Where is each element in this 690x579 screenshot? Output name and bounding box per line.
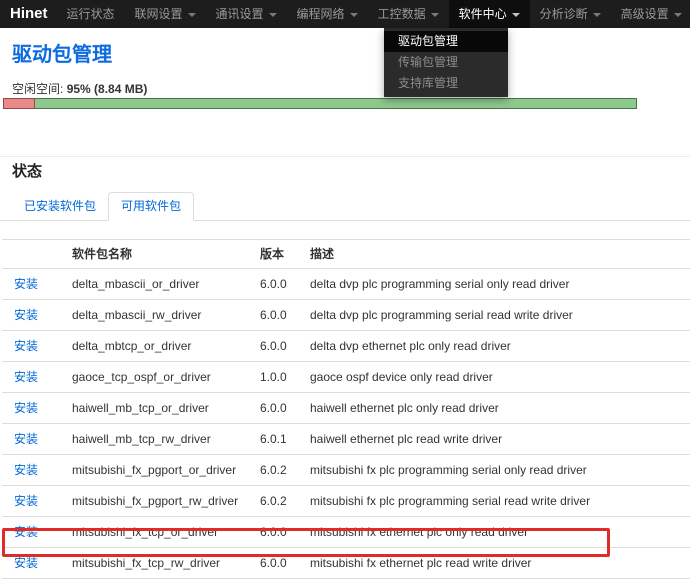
free-space-segment (35, 98, 637, 109)
package-name-cell: delta_mbascii_rw_driver (64, 300, 252, 331)
description-cell: mitsubishi fx plc programming serial onl… (302, 455, 690, 486)
chevron-down-icon (188, 13, 196, 17)
install-link[interactable]: 安装 (14, 494, 38, 508)
description-cell: mitsubishi fx ethernet plc only read dri… (302, 517, 690, 548)
tab-installed-packages[interactable]: 已安装软件包 (12, 193, 108, 220)
description-cell: haiwell ethernet plc only read driver (302, 393, 690, 424)
brand-logo[interactable]: Hinet (0, 0, 57, 28)
main-menu: 运行状态联网设置通讯设置编程网络工控数据软件中心分析诊断高级设置系统设置退出 (57, 0, 690, 28)
chevron-down-icon (350, 13, 358, 17)
install-link[interactable]: 安装 (14, 339, 38, 353)
nav-item-comm-settings[interactable]: 通讯设置 (206, 0, 287, 28)
description-cell: delta dvp plc programming serial read wr… (302, 300, 690, 331)
version-cell: 6.0.0 (252, 331, 302, 362)
header-version: 版本 (252, 240, 302, 269)
install-link[interactable]: 安装 (14, 432, 38, 446)
table-row: 安装 delta_mbascii_or_driver6.0.0delta dvp … (2, 269, 690, 300)
page-content: 驱动包管理 空闲空间: 95% (8.84 MB) 状态 已安装软件包可用软件包… (0, 0, 690, 579)
table-header-row: 软件包名称 版本 描述 (2, 240, 690, 269)
nav-item-label: 软件中心 (459, 0, 507, 28)
version-cell: 1.0.0 (252, 362, 302, 393)
install-link[interactable]: 安装 (14, 401, 38, 415)
nav-item-label: 运行状态 (67, 0, 115, 28)
table-row: 安装 delta_mbtcp_or_driver6.0.0delta dvp et… (2, 331, 690, 362)
nav-item-label: 编程网络 (297, 0, 345, 28)
dropdown-item-transfer-package-mgmt[interactable]: 传输包管理 (384, 52, 508, 73)
nav-item-label: 通讯设置 (216, 0, 264, 28)
install-link[interactable]: 安装 (14, 525, 38, 539)
chevron-down-icon (674, 13, 682, 17)
description-cell: mitsubishi fx ethernet plc read write dr… (302, 548, 690, 579)
dropdown-item-driver-package-mgmt[interactable]: 驱动包管理 (384, 31, 508, 52)
nav-item-advanced-settings[interactable]: 高级设置 (611, 0, 690, 28)
nav-item-label: 分析诊断 (540, 0, 588, 28)
version-cell: 6.0.2 (252, 486, 302, 517)
package-name-cell: mitsubishi_fx_tcp_or_driver (64, 517, 252, 548)
header-package-name: 软件包名称 (64, 240, 252, 269)
table-row: 安装 delta_mbascii_rw_driver6.0.0delta dvp … (2, 300, 690, 331)
page-title: 驱动包管理 (12, 44, 690, 66)
version-cell: 6.0.0 (252, 269, 302, 300)
description-cell: delta dvp plc programming serial only re… (302, 269, 690, 300)
dropdown-item-support-lib-mgmt[interactable]: 支持库管理 (384, 73, 508, 94)
section-divider (0, 156, 690, 157)
free-space-label: 空闲空间: (12, 82, 63, 96)
nav-item-label: 联网设置 (135, 0, 183, 28)
description-cell: gaoce ospf device only read driver (302, 362, 690, 393)
nav-item-label: 高级设置 (621, 0, 669, 28)
chevron-down-icon (269, 13, 277, 17)
nav-item-run-status[interactable]: 运行状态 (57, 0, 125, 28)
chevron-down-icon (512, 13, 520, 17)
description-cell: haiwell ethernet plc read write driver (302, 424, 690, 455)
package-tabs: 已安装软件包可用软件包 (0, 192, 690, 221)
version-cell: 6.0.0 (252, 393, 302, 424)
free-space-value: 95% (8.84 MB) (67, 82, 148, 96)
description-cell: mitsubishi fx plc programming serial rea… (302, 486, 690, 517)
table-row: 安装 mitsubishi_fx_pgport_or_driver6.0.2mit… (2, 455, 690, 486)
table-row-highlighted: 安装 mitsubishi_fx_tcp_rw_driver6.0.0mitsub… (2, 548, 690, 579)
package-name-cell: delta_mbtcp_or_driver (64, 331, 252, 362)
install-link[interactable]: 安装 (14, 277, 38, 291)
nav-item-ics-data[interactable]: 工控数据 (368, 0, 449, 28)
install-link[interactable]: 安装 (14, 370, 38, 384)
top-navbar: Hinet 运行状态联网设置通讯设置编程网络工控数据软件中心分析诊断高级设置系统… (0, 0, 690, 28)
package-table: 软件包名称 版本 描述 安装delta_mbascii_or_driver6.0… (2, 239, 690, 579)
package-name-cell: haiwell_mb_tcp_or_driver (64, 393, 252, 424)
free-space-line: 空闲空间: 95% (8.84 MB) (12, 82, 690, 96)
install-link[interactable]: 安装 (14, 463, 38, 477)
version-cell: 6.0.1 (252, 424, 302, 455)
software-center-dropdown-menu: 驱动包管理传输包管理支持库管理 (384, 28, 508, 97)
version-cell: 6.0.0 (252, 300, 302, 331)
table-row: 安装 haiwell_mb_tcp_or_driver6.0.0haiwell e… (2, 393, 690, 424)
chevron-down-icon (431, 13, 439, 17)
tab-available-packages[interactable]: 可用软件包 (108, 192, 194, 221)
section-title: 状态 (12, 163, 690, 181)
package-name-cell: gaoce_tcp_ospf_or_driver (64, 362, 252, 393)
nav-item-software-center[interactable]: 软件中心 (449, 0, 530, 28)
version-cell: 6.0.0 (252, 548, 302, 579)
table-row: 安装 gaoce_tcp_ospf_or_driver1.0.0gaoce osp… (2, 362, 690, 393)
description-cell: delta dvp ethernet plc only read driver (302, 331, 690, 362)
nav-item-analysis-diagnosis[interactable]: 分析诊断 (530, 0, 611, 28)
used-space-segment (3, 98, 35, 109)
table-row: 安装 mitsubishi_fx_tcp_or_driver6.0.0mitsub… (2, 517, 690, 548)
chevron-down-icon (593, 13, 601, 17)
package-name-cell: mitsubishi_fx_pgport_rw_driver (64, 486, 252, 517)
version-cell: 6.0.0 (252, 517, 302, 548)
nav-item-network-settings[interactable]: 联网设置 (125, 0, 206, 28)
version-cell: 6.0.2 (252, 455, 302, 486)
free-space-progressbar (3, 98, 637, 109)
header-action (2, 240, 64, 269)
package-name-cell: mitsubishi_fx_tcp_rw_driver (64, 548, 252, 579)
table-row: 安装 mitsubishi_fx_pgport_rw_driver6.0.2mit… (2, 486, 690, 517)
header-description: 描述 (302, 240, 690, 269)
package-name-cell: haiwell_mb_tcp_rw_driver (64, 424, 252, 455)
nav-item-prog-network[interactable]: 编程网络 (287, 0, 368, 28)
package-name-cell: delta_mbascii_or_driver (64, 269, 252, 300)
install-link[interactable]: 安装 (14, 308, 38, 322)
nav-item-label: 工控数据 (378, 0, 426, 28)
package-name-cell: mitsubishi_fx_pgport_or_driver (64, 455, 252, 486)
install-link[interactable]: 安装 (14, 556, 38, 570)
table-row: 安装 haiwell_mb_tcp_rw_driver6.0.1haiwell e… (2, 424, 690, 455)
